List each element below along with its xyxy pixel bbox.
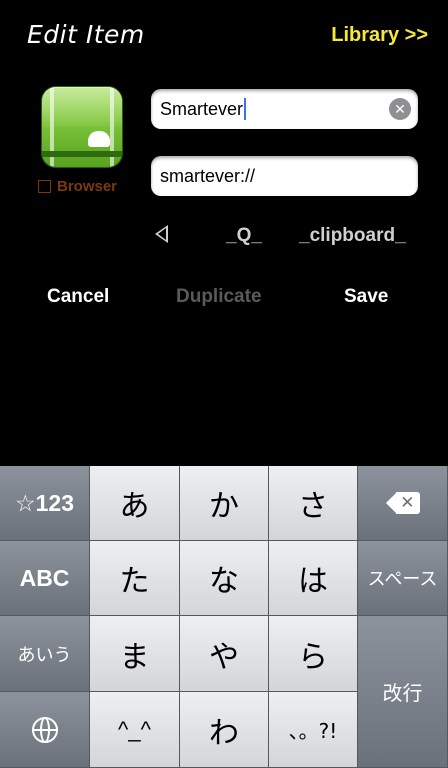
item-url-field[interactable]: smartever:// [151, 156, 418, 196]
key-a[interactable]: あ [90, 466, 180, 541]
app-icon[interactable] [42, 87, 122, 167]
key-numbers[interactable]: ☆123 [0, 466, 90, 541]
browser-checkbox[interactable] [38, 180, 51, 193]
icon-band [42, 151, 122, 157]
key-ha[interactable]: は [269, 541, 358, 616]
key-punctuation[interactable]: 、。?! [269, 692, 358, 768]
globe-key[interactable] [0, 692, 90, 768]
save-button[interactable]: Save [344, 286, 388, 308]
key-na[interactable]: な [180, 541, 269, 616]
key-ta[interactable]: た [90, 541, 180, 616]
back-arrow-icon[interactable] [155, 225, 168, 243]
space-key[interactable]: スペース [358, 541, 448, 616]
key-ma[interactable]: ま [90, 616, 180, 692]
key-abc[interactable]: ABC [0, 541, 90, 616]
q-shortcut-button[interactable]: _Q_ [226, 225, 262, 247]
browser-label: Browser [57, 178, 118, 195]
item-name-value: Smartever [160, 98, 244, 119]
return-key[interactable]: 改行 [358, 616, 448, 768]
globe-icon [31, 716, 58, 743]
item-name-field[interactable]: Smartever ✕ [151, 89, 418, 129]
icon-gloss [42, 87, 122, 127]
cancel-button[interactable]: Cancel [47, 286, 109, 308]
elephant-icon [88, 131, 110, 147]
browser-checkbox-row[interactable]: Browser [38, 178, 117, 195]
key-ya[interactable]: や [180, 616, 269, 692]
delete-icon: ✕ [385, 492, 420, 514]
item-url-value: smartever:// [160, 165, 256, 186]
key-ra[interactable]: ら [269, 616, 358, 692]
library-link[interactable]: Library >> [331, 24, 428, 47]
duplicate-button[interactable]: Duplicate [176, 286, 262, 308]
japanese-keyboard: ☆123 あ か さ ✕ ABC た な は スペース あいう ま や ら 改行… [0, 466, 448, 768]
key-sa[interactable]: さ [269, 466, 358, 541]
key-kana[interactable]: あいう [0, 616, 90, 692]
page-title: Edit Item [27, 20, 145, 49]
text-caret [244, 98, 247, 120]
clear-icon[interactable]: ✕ [389, 98, 411, 120]
key-ka[interactable]: か [180, 466, 269, 541]
key-emoticon[interactable]: ^_^ [90, 692, 180, 768]
clipboard-shortcut-button[interactable]: _clipboard_ [299, 225, 406, 247]
key-wa[interactable]: わ [180, 692, 269, 768]
delete-key[interactable]: ✕ [358, 466, 448, 541]
